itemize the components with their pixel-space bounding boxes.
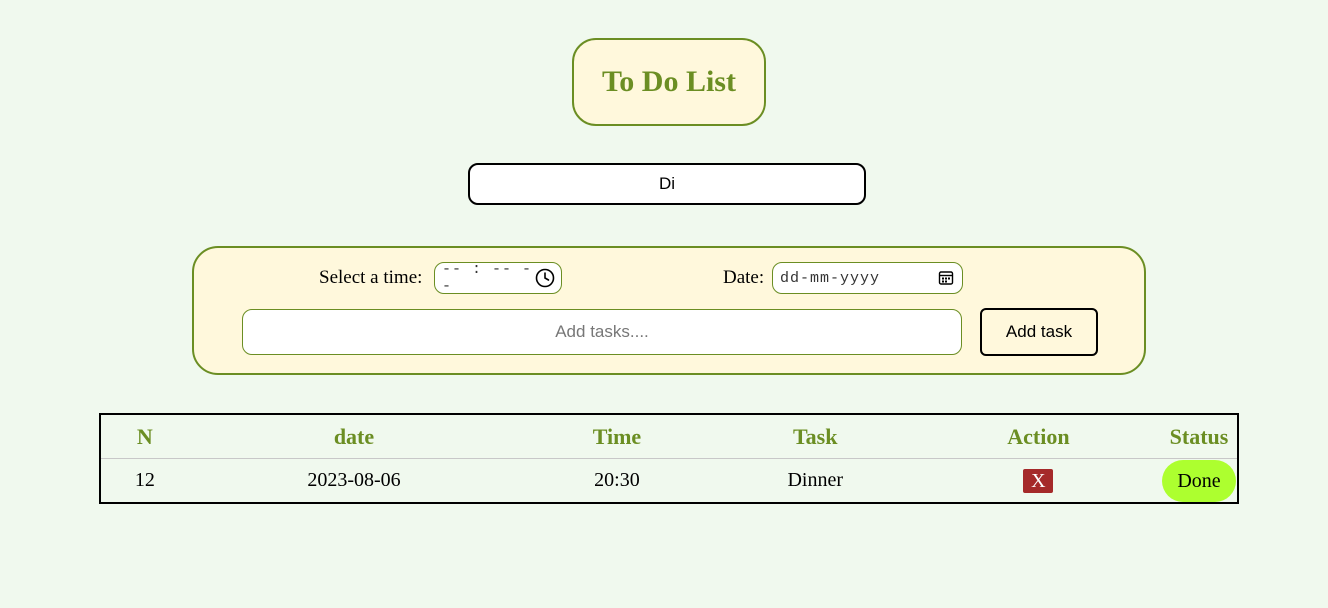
cell-time: 20:30	[594, 469, 640, 491]
table-row: 12 2023-08-06 20:30 Dinner X Done	[100, 459, 1238, 504]
cell-task: Dinner	[787, 469, 843, 491]
cell-status: Done	[1161, 459, 1238, 504]
time-input[interactable]: -- : -- --	[434, 261, 562, 295]
search-input[interactable]	[468, 163, 866, 205]
header-n: N	[100, 414, 189, 459]
done-status-button[interactable]: Done	[1161, 459, 1236, 502]
header-date: date	[188, 414, 520, 459]
todo-page: To Do List Select a time: -- : -- -- Dat…	[0, 0, 1328, 608]
date-label: Date:	[723, 267, 765, 288]
time-placeholder: -- : -- --	[442, 261, 533, 295]
header-time: Time	[519, 414, 715, 459]
task-input[interactable]	[242, 309, 962, 355]
cell-action: X	[916, 459, 1161, 504]
calendar-icon[interactable]	[935, 267, 957, 289]
clock-icon[interactable]	[534, 267, 556, 289]
date-placeholder: dd-mm-yyyy	[780, 269, 881, 287]
page-title: To Do List	[602, 65, 736, 98]
task-form-panel: Select a time: -- : -- -- Date: dd-mm-yy…	[192, 246, 1146, 375]
title-card: To Do List	[572, 38, 766, 126]
delete-task-button[interactable]: X	[1023, 468, 1054, 493]
header-task: Task	[714, 414, 916, 459]
time-label: Select a time:	[319, 267, 423, 288]
header-status: Status	[1160, 414, 1238, 459]
task-table: N date Time Task Action Status 12 2023-0…	[99, 413, 1239, 504]
cell-n: 12	[134, 469, 155, 491]
add-task-button[interactable]: Add task	[980, 308, 1098, 356]
cell-date: 2023-08-06	[307, 469, 401, 491]
header-action: Action	[915, 414, 1161, 459]
table-header-row: N date Time Task Action Status	[100, 414, 1238, 459]
date-input[interactable]: dd-mm-yyyy	[772, 262, 963, 294]
